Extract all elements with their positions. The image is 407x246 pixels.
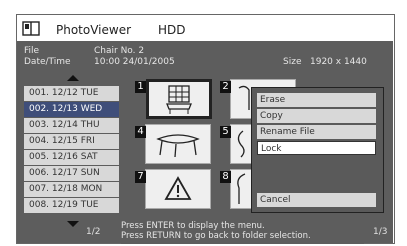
warning-icon [164, 176, 192, 200]
menu-item-cancel[interactable]: Cancel [257, 193, 376, 207]
datetime-value: 10:00 24/01/2005 [94, 57, 175, 67]
scroll-up-arrow-icon[interactable] [67, 75, 79, 81]
menu-item-copy[interactable]: Copy [257, 109, 376, 123]
datetime-label: Date/Time [24, 57, 71, 67]
status-line-1: Press ENTER to display the menu. [121, 221, 265, 231]
scroll-down-arrow-icon[interactable] [67, 221, 79, 227]
folder-item-selected[interactable]: 002. 12/13 WED [24, 102, 119, 117]
context-menu: Erase Copy Rename File Lock Cancel [251, 87, 384, 213]
thumbnail-1[interactable] [146, 79, 212, 119]
thumbnail-number: 1 [135, 81, 146, 93]
chair-icon [238, 85, 250, 110]
chair-icon [237, 173, 246, 204]
status-message: Press ENTER to display the menu. Press R… [121, 221, 364, 244]
thumbnail-number: 4 [135, 126, 146, 138]
media-label: HDD [158, 23, 186, 37]
menu-item-erase[interactable]: Erase [257, 93, 376, 107]
folder-item[interactable]: 008. 12/19 TUE [24, 198, 119, 213]
app-title: PhotoViewer [56, 23, 132, 37]
thumbnail-number: 8 [220, 171, 231, 183]
size-label: Size [283, 57, 302, 67]
file-name: Chair No. 2 [94, 46, 145, 56]
table-icon [156, 134, 200, 158]
thumbnail-number: 7 [135, 171, 146, 183]
folder-item[interactable]: 004. 12/15 FRI [24, 134, 119, 149]
menu-item-lock[interactable]: Lock [257, 141, 376, 155]
size-value: 1920 x 1440 [310, 57, 367, 67]
thumbnail-number: 5 [220, 126, 231, 138]
folder-item[interactable]: 001. 12/12 TUE [24, 86, 119, 101]
folder-item[interactable]: 003. 12/14 THU [24, 118, 119, 133]
thumbnail-4[interactable] [145, 124, 211, 164]
chair-icon [166, 85, 192, 114]
folder-list: 001. 12/12 TUE 002. 12/13 WED 003. 12/14… [24, 86, 119, 214]
status-line-2: Press RETURN to go back to folder select… [121, 231, 311, 241]
chair-icon [237, 130, 245, 158]
thumbnail-page-indicator: 1/3 [373, 227, 388, 237]
photo-album-icon [22, 21, 40, 36]
folder-item[interactable]: 006. 12/17 SUN [24, 166, 119, 181]
folder-page-indicator: 1/2 [86, 227, 101, 237]
thumbnail-number: 2 [220, 81, 231, 93]
menu-item-rename-file[interactable]: Rename File [257, 125, 376, 139]
folder-item[interactable]: 007. 12/18 MON [24, 182, 119, 197]
file-label: File [24, 46, 40, 56]
thumbnail-7[interactable] [145, 169, 211, 209]
folder-item[interactable]: 005. 12/16 SAT [24, 150, 119, 165]
